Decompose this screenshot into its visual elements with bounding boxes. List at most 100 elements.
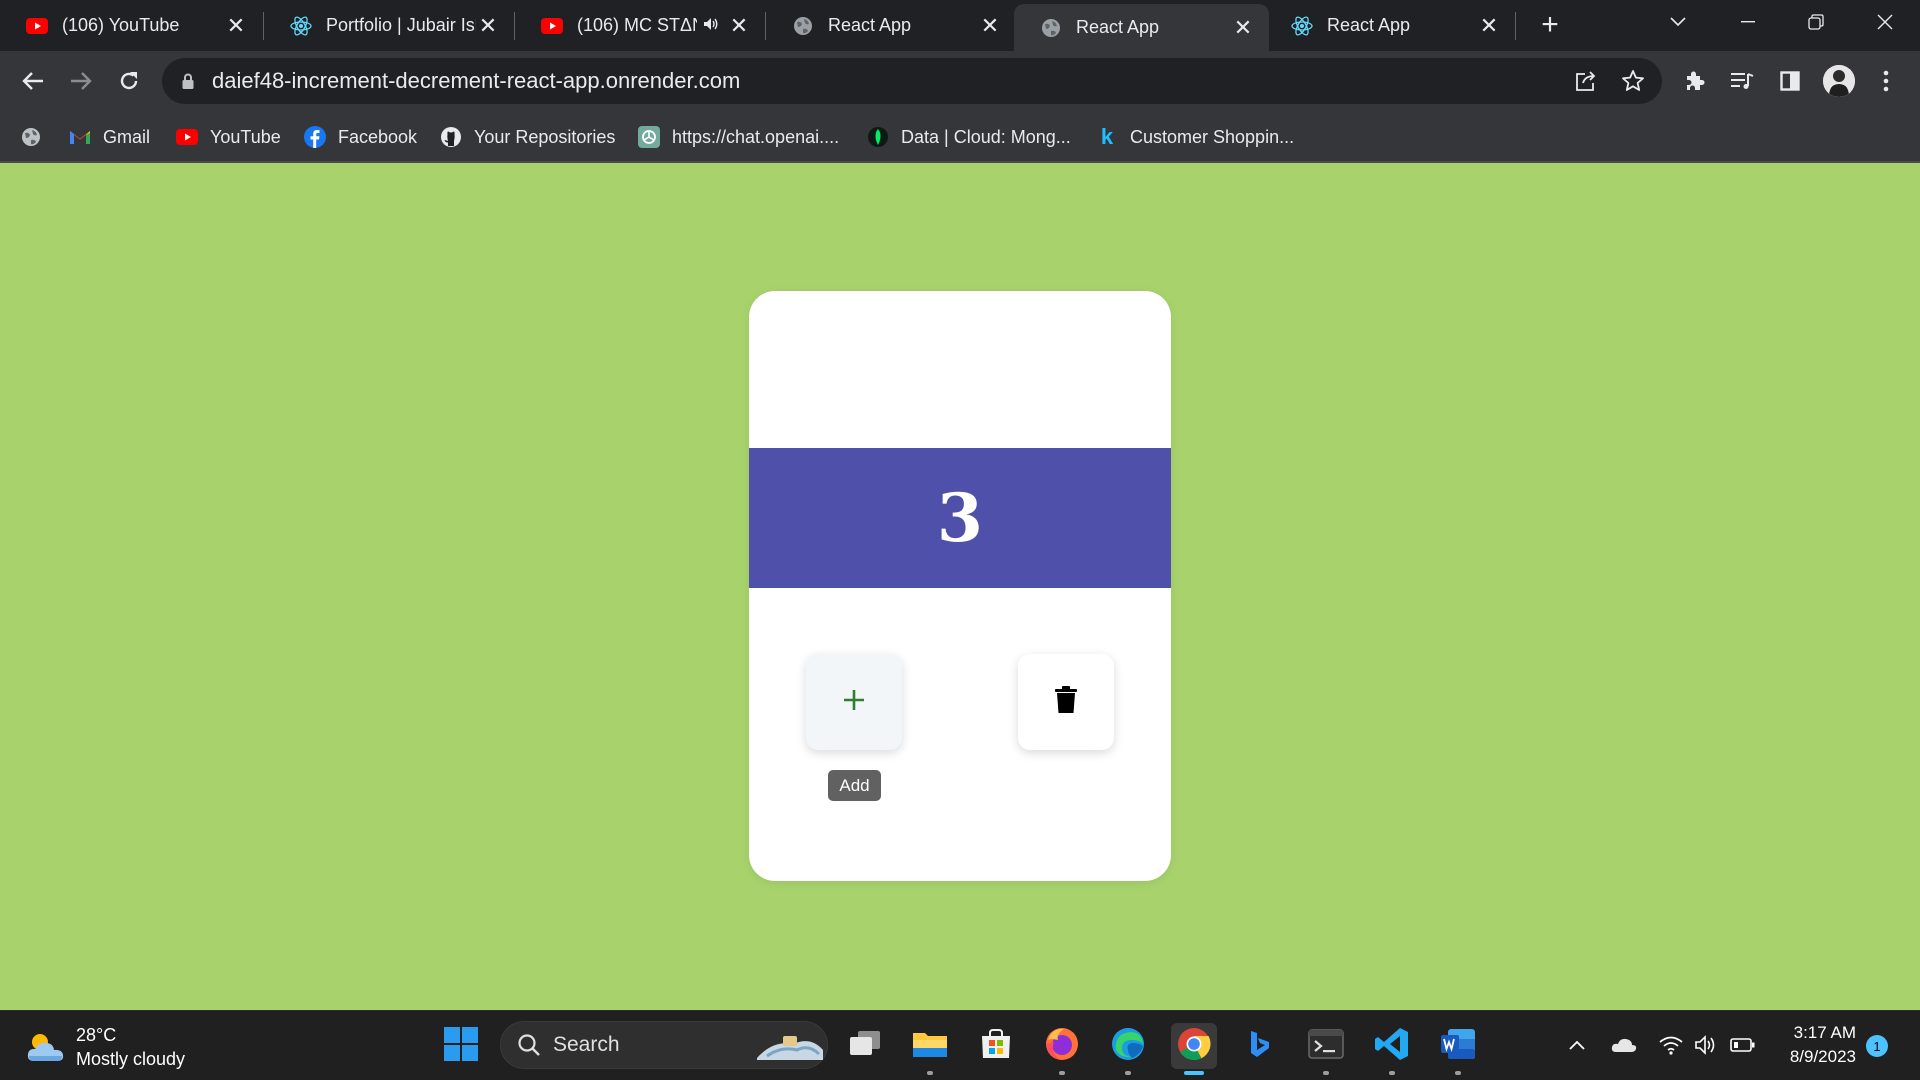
weather-widget[interactable]: 28°C Mostly cloudy [26,1023,185,1071]
tab-react-app-1[interactable]: React App ✕ [766,0,1016,51]
media-control-icon[interactable] [1725,64,1759,98]
counter-value: 3 [937,479,983,557]
search-icon [517,1033,541,1057]
bookmark-chatgpt[interactable]: https://chat.openai.... [638,123,839,151]
taskbar-word[interactable] [1435,1023,1481,1075]
github-icon [440,126,462,148]
plus-icon [842,688,866,717]
tab-title: (106) YouTube [62,15,180,35]
browser-toolbar: daief48-increment-decrement-react-app.on… [0,51,1920,111]
taskbar-microsoft-store[interactable] [973,1023,1019,1069]
bookmark-youtube[interactable]: YouTube [176,123,281,151]
minimize-button[interactable] [1720,0,1776,44]
firefox-icon [1044,1026,1080,1067]
menu-icon[interactable] [1869,64,1903,98]
kaggle-icon: k [1100,124,1114,149]
taskbar-bing[interactable] [1237,1023,1283,1069]
vscode-icon [1374,1026,1410,1067]
bookmark-facebook[interactable]: Facebook [304,123,417,151]
bookmark-gmail[interactable]: Gmail [69,123,150,151]
start-button[interactable] [438,1023,484,1069]
bookmark-github[interactable]: Your Repositories [440,123,615,151]
notification-badge[interactable]: 1 [1866,1035,1888,1057]
share-icon[interactable] [1572,67,1600,95]
taskbar-file-explorer[interactable] [907,1023,953,1075]
browser-tab-bar: (106) YouTube ✕ Portfolio | Jubair Isl ✕… [0,0,1920,51]
react-icon [1291,15,1313,37]
add-tooltip: Add [828,770,881,801]
close-icon[interactable]: ✕ [727,13,751,38]
close-window-button[interactable] [1857,0,1913,44]
battery-icon[interactable] [1729,1031,1757,1059]
profile-avatar[interactable] [1823,65,1855,97]
speaker-icon[interactable] [703,17,719,34]
close-icon[interactable]: ✕ [476,13,500,38]
restore-button[interactable] [1788,0,1844,44]
tab-title: Portfolio | Jubair Isl [326,15,476,35]
trash-icon [1055,685,1077,719]
url-text[interactable]: daief48-increment-decrement-react-app.on… [212,68,740,94]
new-tab-button[interactable]: + [1533,8,1567,42]
tab-react-app-2[interactable]: React App ✕ [1014,4,1269,51]
bing-icon [1248,1029,1272,1064]
search-highlight-icon [753,1030,825,1068]
tab-title: (106) MC STΔN [577,15,697,35]
tab-title: React App [1076,17,1160,37]
clock-date: 8/9/2023 [1789,1047,1856,1066]
globe-icon [1040,17,1062,39]
reload-button[interactable] [112,64,146,98]
tab-title: React App [1327,15,1411,35]
bookmark-apps[interactable] [20,123,54,151]
folder-icon [912,1029,948,1064]
lock-icon[interactable] [182,73,196,89]
tab-portfolio[interactable]: Portfolio | Jubair Isl ✕ [264,0,514,51]
facebook-icon [304,126,326,148]
taskbar-vscode[interactable] [1369,1023,1415,1075]
onedrive-icon[interactable] [1610,1031,1638,1059]
bookmarks-bar: Gmail YouTube Facebook Your Repositories… [0,111,1920,163]
task-view-button[interactable] [842,1023,888,1069]
close-icon[interactable]: ✕ [1231,15,1255,40]
counter-card: 3 Add [749,291,1171,881]
show-hidden-icons-button[interactable] [1563,1031,1591,1059]
bookmark-label: https://chat.openai.... [672,126,840,147]
edge-icon [1110,1026,1146,1067]
mongodb-icon [867,126,889,148]
extensions-icon[interactable] [1677,64,1711,98]
star-icon[interactable] [1619,67,1647,95]
taskbar-chrome[interactable] [1171,1023,1217,1075]
bookmark-label: Facebook [338,126,418,147]
search-placeholder: Search [553,1033,620,1056]
taskbar-firefox[interactable] [1039,1023,1085,1075]
openai-icon [638,126,660,148]
globe-icon [792,15,814,37]
volume-icon[interactable] [1693,1031,1721,1059]
task-view-icon [848,1029,882,1064]
taskbar-terminal[interactable] [1303,1023,1349,1075]
tab-search-button[interactable] [1650,0,1706,44]
react-icon [290,15,312,37]
delete-button[interactable] [1018,654,1114,750]
close-icon[interactable]: ✕ [1477,13,1501,38]
back-button[interactable] [16,64,50,98]
taskbar-edge[interactable] [1105,1023,1151,1075]
address-bar[interactable]: daief48-increment-decrement-react-app.on… [162,58,1662,104]
tab-youtube[interactable]: (106) YouTube ✕ [0,0,262,51]
taskbar-search[interactable]: Search [500,1021,828,1069]
globe-icon [20,126,42,148]
close-icon[interactable]: ✕ [224,13,248,38]
tab-mc-stan[interactable]: (106) MC STΔN ✕ [515,0,765,51]
weather-description: Mostly cloudy [76,1049,186,1069]
side-panel-icon[interactable] [1773,64,1807,98]
bookmark-mongodb[interactable]: Data | Cloud: Mong... [867,123,1071,151]
wifi-icon[interactable] [1657,1031,1685,1059]
forward-button[interactable] [64,64,98,98]
close-icon[interactable]: ✕ [978,13,1002,38]
add-button[interactable] [806,654,902,750]
gmail-icon [69,126,91,148]
store-icon [979,1028,1013,1065]
tab-title: React App [828,15,912,35]
system-clock[interactable]: 3:17 AM 8/9/2023 [1770,1021,1856,1069]
tab-react-app-3[interactable]: React App ✕ [1265,0,1515,51]
bookmark-kaggle[interactable]: k Customer Shoppin... [1096,123,1294,151]
